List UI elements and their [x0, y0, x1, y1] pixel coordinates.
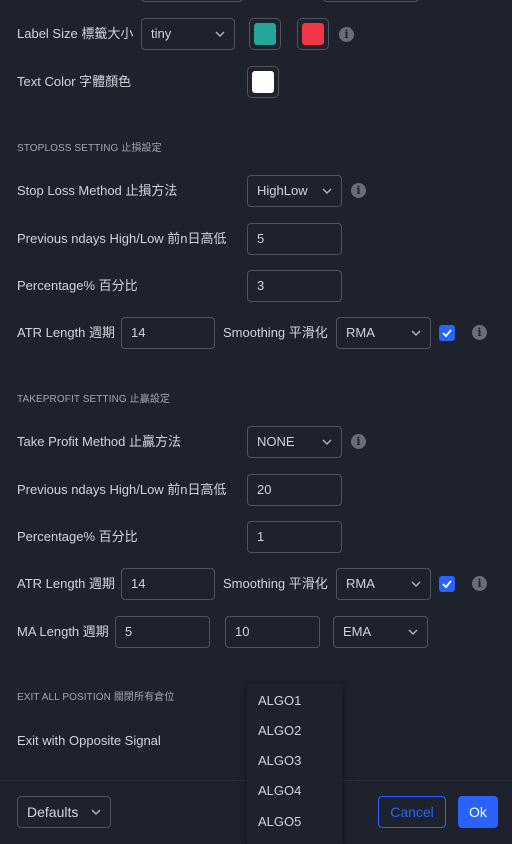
swatch-fill [254, 23, 276, 45]
takeprofit-ma-input-1[interactable]: 5 [115, 616, 210, 648]
menu-item-algo4[interactable]: ALGO4 [258, 783, 301, 798]
exit-opposite-label: Exit with Opposite Signal [17, 733, 161, 748]
text-color-label: Text Color 字體顏色 [17, 74, 132, 89]
label-color-2-swatch[interactable] [297, 18, 329, 50]
chevron-down-icon [411, 330, 421, 336]
chevron-down-icon [411, 581, 421, 587]
partial-input-top-left [141, 0, 243, 2]
swatch-fill [252, 71, 274, 93]
takeprofit-method-label: Take Profit Method 止贏方法 [17, 434, 181, 449]
menu-item-algo1[interactable]: ALGO1 [258, 693, 301, 708]
defaults-label: Defaults [27, 804, 79, 820]
stoploss-prev-input[interactable]: 5 [247, 223, 342, 255]
takeprofit-prev-label: Previous ndays High/Low 前n日高低 [17, 482, 227, 497]
stoploss-method-label: Stop Loss Method 止損方法 [17, 183, 178, 198]
stoploss-enable-checkbox[interactable] [439, 325, 455, 341]
takeprofit-ma-label: MA Length 週期 [17, 624, 109, 639]
menu-item-algo5[interactable]: ALGO5 [258, 814, 301, 829]
partial-input-top-right [323, 0, 419, 2]
info-icon[interactable]: i [472, 325, 487, 340]
dropdown-menu: ALGO1 ALGO2 ALGO3 ALGO4 ALGO5 [247, 684, 342, 844]
label-color-1-swatch[interactable] [249, 18, 281, 50]
stoploss-pct-label: Percentage% 百分比 [17, 278, 138, 293]
stoploss-smoothing-select[interactable]: RMA [336, 317, 431, 349]
defaults-dropdown[interactable]: Defaults [17, 796, 111, 828]
ok-button[interactable]: Ok [458, 796, 498, 828]
takeprofit-method-value: NONE [257, 434, 295, 449]
takeprofit-ma-input-2[interactable]: 10 [225, 616, 320, 648]
takeprofit-pct-input[interactable]: 1 [247, 521, 342, 553]
chevron-down-icon [322, 439, 332, 445]
stoploss-atr-input[interactable]: 14 [121, 317, 215, 349]
chevron-down-icon [91, 809, 101, 815]
takeprofit-prev-input[interactable]: 20 [247, 474, 342, 506]
info-icon[interactable]: i [351, 183, 366, 198]
cancel-button[interactable]: Cancel [378, 796, 446, 828]
info-icon[interactable]: i [339, 27, 354, 42]
chevron-down-icon [215, 31, 225, 37]
takeprofit-section-header: TAKEPROFIT SETTING 止贏設定 [17, 394, 171, 405]
takeprofit-ma-type-value: EMA [343, 624, 372, 639]
checkmark-icon [442, 580, 452, 589]
stoploss-smoothing-label: Smoothing 平滑化 [223, 325, 328, 340]
takeprofit-pct-label: Percentage% 百分比 [17, 529, 138, 544]
info-icon[interactable]: i [351, 434, 366, 449]
stoploss-method-value: HighLow [257, 183, 308, 198]
takeprofit-enable-checkbox[interactable] [439, 576, 455, 592]
stoploss-section-header: STOPLOSS SETTING 止損設定 [17, 143, 162, 154]
takeprofit-method-select[interactable]: NONE [247, 426, 342, 458]
menu-item-algo3[interactable]: ALGO3 [258, 753, 301, 768]
checkmark-icon [442, 329, 452, 338]
takeprofit-smoothing-label: Smoothing 平滑化 [223, 576, 328, 591]
takeprofit-ma-type-select[interactable]: EMA [333, 616, 428, 648]
stoploss-smoothing-value: RMA [346, 325, 375, 340]
label-size-select[interactable]: tiny [141, 18, 235, 50]
stoploss-pct-input[interactable]: 3 [247, 270, 342, 302]
menu-item-algo2[interactable]: ALGO2 [258, 723, 301, 738]
text-color-swatch[interactable] [247, 66, 279, 98]
takeprofit-atr-input[interactable]: 14 [121, 568, 215, 600]
chevron-down-icon [322, 188, 332, 194]
chevron-down-icon [408, 629, 418, 635]
stoploss-atr-label: ATR Length 週期 [17, 325, 116, 340]
label-size-label: Label Size 標籤大小 [17, 26, 134, 41]
info-icon[interactable]: i [472, 576, 487, 591]
stoploss-prev-label: Previous ndays High/Low 前n日高低 [17, 231, 227, 246]
takeprofit-atr-label: ATR Length 週期 [17, 576, 116, 591]
label-size-value: tiny [151, 26, 172, 41]
swatch-fill [302, 23, 324, 45]
takeprofit-smoothing-select[interactable]: RMA [336, 568, 431, 600]
exit-section-header: EXIT ALL POSITION 關閉所有倉位 [17, 692, 175, 703]
takeprofit-smoothing-value: RMA [346, 576, 375, 591]
stoploss-method-select[interactable]: HighLow [247, 175, 342, 207]
